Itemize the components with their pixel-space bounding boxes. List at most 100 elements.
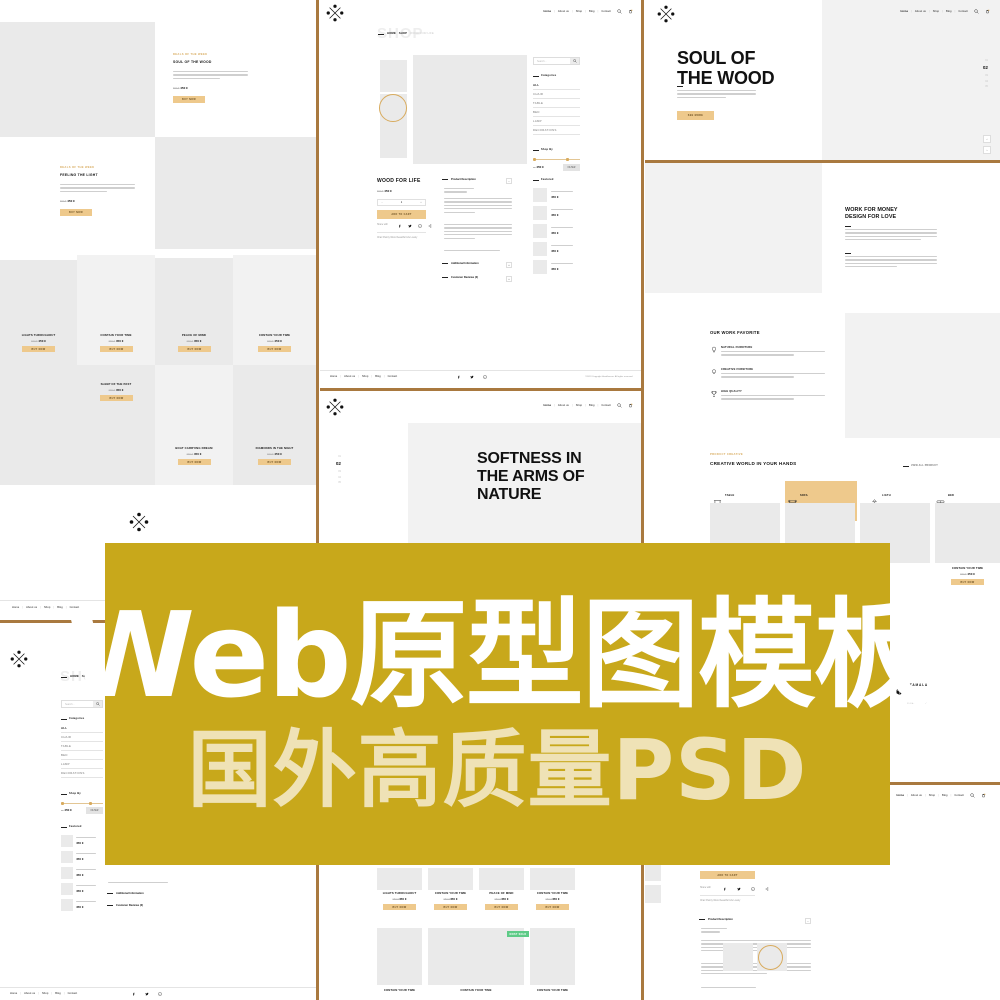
product-buy-button-7[interactable]: BUY NOW	[258, 459, 291, 465]
product-buy-button-1[interactable]: BUY NOW	[22, 346, 55, 352]
hero-top-nav[interactable]: Home | About us | Shop | Blog | Contact	[901, 9, 990, 14]
pinterest-icon[interactable]	[751, 887, 755, 891]
shop-search-box[interactable]: Search...	[533, 57, 580, 65]
footer-bl-link-0[interactable]: Home	[10, 992, 17, 995]
nav-item-blog[interactable]: Blog	[589, 10, 595, 13]
nav-item-about[interactable]: About us	[915, 10, 926, 13]
bc-buy-3[interactable]: BUY NOW	[485, 904, 518, 910]
facebook-icon[interactable]	[132, 992, 136, 996]
category-decorations[interactable]: DECORATIONS	[533, 128, 557, 132]
footer-shop-link-2[interactable]: Shop	[362, 375, 368, 378]
br-accordion-toggle-description[interactable]: −	[805, 918, 811, 924]
bc-buy-2[interactable]: BUY NOW	[434, 904, 467, 910]
nav-item-home[interactable]: Home	[544, 10, 552, 13]
shop-bottom-category-bed[interactable]: BED	[61, 753, 68, 757]
footer-shop-link-3[interactable]: Blog	[375, 375, 381, 378]
facebook-icon[interactable]	[398, 224, 402, 228]
slide-05[interactable]: 05	[327, 480, 341, 485]
bl-accordion-additional[interactable]: Additional Information	[107, 892, 167, 895]
footer-link-1[interactable]: About us	[26, 606, 37, 609]
qty-increase[interactable]: +	[417, 201, 425, 204]
search-icon[interactable]	[617, 403, 622, 408]
shop-bottom-category-chair[interactable]: CHAIR	[61, 735, 71, 739]
br-accordion-description[interactable]: Product Description −	[699, 918, 811, 924]
footer-bl-link-2[interactable]: Shop	[42, 992, 48, 995]
deal-buy-button-2[interactable]: BUY NOW	[60, 209, 92, 216]
nav-item-contact[interactable]: Contact	[954, 794, 964, 797]
br-share-social[interactable]	[723, 887, 769, 891]
hero-see-more-button[interactable]: SEE MORE	[677, 111, 714, 120]
accordion-toggle-reviews[interactable]: +	[506, 276, 512, 282]
shop-bottom-category-lamp[interactable]: LAMP	[61, 762, 70, 766]
category-table[interactable]: TABLE	[533, 101, 543, 105]
nav-item-shop[interactable]: Shop	[929, 794, 935, 797]
product-buy-button-2[interactable]: BUY NOW	[100, 346, 133, 352]
twitter-icon[interactable]	[145, 992, 149, 996]
footer-link-2[interactable]: Shop	[44, 606, 50, 609]
shop-bottom-filter-button[interactable]: FILTER	[86, 807, 103, 814]
price-range-slider[interactable]	[533, 157, 580, 162]
accordion-toggle-additional[interactable]: +	[506, 262, 512, 268]
accordion-product-description[interactable]: Product Description −	[442, 178, 512, 184]
creative-card-buy-4[interactable]: BUY NOW	[951, 579, 984, 585]
shop-footer-nav[interactable]: Home | About us | Shop | Blog | Contact	[330, 375, 397, 378]
category-lamp[interactable]: LAMP	[533, 119, 542, 123]
pinterest-icon[interactable]	[418, 224, 422, 228]
cart-icon[interactable]	[628, 403, 633, 408]
bl-footer-social[interactable]	[132, 992, 162, 996]
nav-item-home[interactable]: Home	[544, 404, 552, 407]
twitter-icon[interactable]	[470, 375, 474, 379]
facebook-icon[interactable]	[457, 375, 461, 379]
nav-item-about[interactable]: About us	[558, 10, 569, 13]
breadcrumb-shop[interactable]: SHOP	[399, 31, 407, 35]
shop-footer-social[interactable]	[457, 375, 487, 379]
qty-decrease[interactable]: −	[378, 201, 386, 204]
view-all-product-link[interactable]: VIEW ALL PRODUCT	[911, 464, 938, 467]
shop-bottom-category-table[interactable]: TABLE	[61, 744, 71, 748]
accordion-additional-information[interactable]: Additional Information +	[442, 262, 512, 268]
filter-button[interactable]: FILTER	[563, 164, 580, 171]
search-submit-button[interactable]	[570, 58, 579, 64]
cart-icon[interactable]	[628, 9, 633, 14]
hero-next-button[interactable]: ›	[983, 146, 991, 154]
hero-right-slider-nums[interactable]: 01 02 03 04 05	[974, 58, 988, 89]
quantity-stepper[interactable]: − 1 +	[377, 199, 426, 206]
nav-item-shop[interactable]: Shop	[576, 10, 582, 13]
nav-item-shop[interactable]: Shop	[576, 404, 582, 407]
footer-shop-link-4[interactable]: Contact	[388, 375, 398, 378]
footer-shop-link-1[interactable]: About us	[344, 375, 355, 378]
bl-footer-nav[interactable]: Home | About us | Shop | Blog | Contact	[10, 992, 77, 995]
nav-item-blog[interactable]: Blog	[946, 10, 952, 13]
product-buy-button-6[interactable]: BUY NOW	[178, 459, 211, 465]
nav-item-blog[interactable]: Blog	[589, 404, 595, 407]
breadcrumb[interactable]: HOME SHOP WOOD FOR LIFE	[387, 31, 434, 35]
share-link-icon[interactable]	[765, 887, 769, 891]
nav-item-contact[interactable]: Contact	[958, 10, 968, 13]
br-top-nav[interactable]: Home | About us | Shop | Blog | Contact	[897, 793, 986, 798]
footer-bl-link-3[interactable]: Blog	[55, 992, 61, 995]
bl-accordion-reviews[interactable]: Customer Reviews (2)	[107, 904, 167, 907]
hero-prev-button[interactable]: ‹	[983, 135, 991, 143]
search-icon[interactable]	[970, 793, 975, 798]
accordion-toggle-description[interactable]: −	[506, 178, 512, 184]
footer-bl-link-1[interactable]: About us	[24, 992, 35, 995]
nav-item-contact[interactable]: Contact	[601, 10, 611, 13]
twitter-icon[interactable]	[408, 224, 412, 228]
search-icon[interactable]	[617, 9, 622, 14]
footer-bl-link-4[interactable]: Contact	[68, 992, 78, 995]
accordion-customer-reviews[interactable]: Customer Reviews (2) +	[442, 276, 512, 282]
product-share-social[interactable]	[398, 224, 432, 228]
category-all[interactable]: ALL	[533, 83, 539, 87]
hero-center-slider-nums[interactable]: 01 02 03 04 05	[327, 454, 341, 485]
category-chair[interactable]: CHAIR	[533, 92, 543, 96]
product-buy-button-3[interactable]: BUY NOW	[178, 346, 211, 352]
bc-buy-4[interactable]: BUY NOW	[536, 904, 569, 910]
cart-icon[interactable]	[981, 793, 986, 798]
nav-item-home[interactable]: Home	[897, 794, 905, 797]
footer-link-3[interactable]: Blog	[57, 606, 63, 609]
bc-buy-1[interactable]: BUY NOW	[383, 904, 416, 910]
nav-item-contact[interactable]: Contact	[601, 404, 611, 407]
breadcrumb-home[interactable]: HOME	[387, 31, 396, 35]
nav-item-shop[interactable]: Shop	[933, 10, 939, 13]
search-icon[interactable]	[974, 9, 979, 14]
